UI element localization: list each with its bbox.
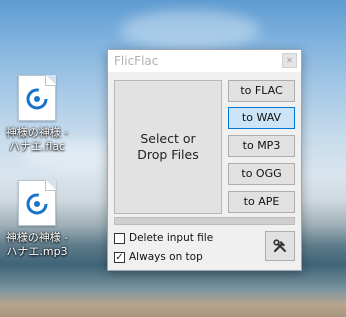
delete-input-label: Delete input file	[129, 232, 214, 244]
always-on-top-checkbox[interactable]: ✓	[114, 251, 125, 263]
cloud	[120, 10, 260, 50]
always-on-top-label: Always on top	[129, 251, 203, 263]
drop-zone-label: Select or Drop Files	[137, 131, 199, 162]
to-wav-button[interactable]: to WAV	[228, 107, 295, 129]
to-flac-button[interactable]: to FLAC	[228, 80, 295, 102]
close-button[interactable]: ✕	[282, 53, 297, 68]
audio-file-icon	[18, 180, 56, 226]
window-title: FlicFlac	[114, 54, 159, 68]
desktop-file-flac[interactable]: 神様の神様 - ハナエ.flac	[0, 75, 82, 154]
desktop-file-mp3[interactable]: 神様の神様 - ハナエ.mp3	[0, 180, 82, 259]
to-mp3-button[interactable]: to MP3	[228, 135, 295, 157]
audio-file-icon	[18, 75, 56, 121]
drop-zone[interactable]: Select or Drop Files	[114, 80, 222, 214]
close-icon: ✕	[286, 56, 293, 65]
tools-icon	[273, 239, 286, 253]
delete-input-checkbox[interactable]	[114, 232, 125, 244]
desktop-file-label: 神様の神様 - ハナエ.flac	[5, 126, 69, 153]
to-ape-button[interactable]: to APE	[228, 191, 295, 213]
progress-bar	[114, 217, 295, 225]
delete-input-option[interactable]: Delete input file	[114, 231, 213, 245]
desktop-file-label: 神様の神様 - ハナエ.mp3	[5, 231, 69, 258]
title-bar[interactable]: FlicFlac ✕	[108, 50, 301, 72]
always-on-top-option[interactable]: ✓ Always on top	[114, 250, 203, 264]
flicflac-window: FlicFlac ✕ Select or Drop Files to FLAC …	[107, 49, 302, 271]
to-ogg-button[interactable]: to OGG	[228, 163, 295, 185]
settings-button[interactable]	[265, 231, 295, 261]
